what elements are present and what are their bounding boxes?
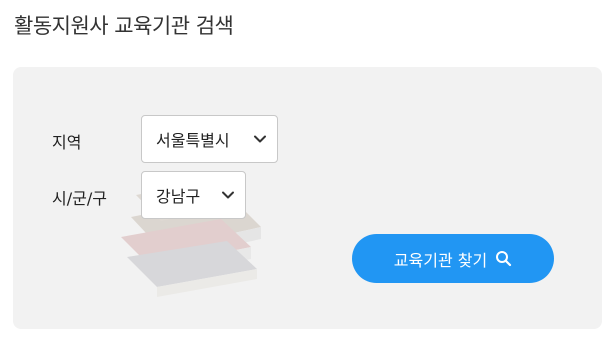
chevron-down-icon [254, 135, 266, 143]
district-select[interactable]: 강남구 [141, 171, 246, 219]
region-label: 지역 [52, 133, 82, 152]
page: 활동지원사 교육기관 검색 지역 서울특별시 시/군/구 강남구 교육기관 찾기 [0, 0, 615, 341]
find-institution-button-label: 교육기관 찾기 [393, 250, 488, 270]
region-select[interactable]: 서울특별시 [141, 115, 278, 163]
chevron-down-icon [222, 191, 234, 199]
district-select-value: 강남구 [156, 187, 201, 206]
region-select-value: 서울특별시 [156, 131, 230, 150]
district-label: 시/군/구 [52, 189, 107, 208]
find-institution-button[interactable]: 교육기관 찾기 [352, 234, 554, 283]
page-title: 활동지원사 교육기관 검색 [14, 14, 234, 38]
search-panel: 지역 서울특별시 시/군/구 강남구 교육기관 찾기 [13, 67, 602, 329]
search-icon [496, 251, 512, 267]
